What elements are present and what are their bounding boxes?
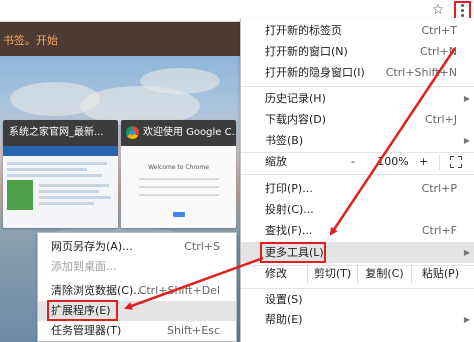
submenu-item-add-to-desktop: 添加到桌面... [51, 260, 117, 273]
star-icon[interactable]: ☆ [430, 2, 446, 18]
chevron-right-icon: ▶ [463, 315, 470, 324]
chevron-right-icon: ▶ [463, 94, 470, 103]
menu-item-print[interactable]: 打印(P)... Ctrl+P [241, 178, 474, 199]
extensions-highlight [47, 300, 118, 321]
most-visited-thumbnail[interactable]: 系统之家官网_最新... [3, 120, 118, 228]
chevron-right-icon: ▶ [463, 136, 470, 145]
menu-item-bookmarks[interactable]: 书签(B) ▶ [241, 130, 474, 151]
copy-button[interactable]: 复制(C) [357, 264, 411, 284]
more-tools-highlight [260, 242, 326, 263]
menu-item-history[interactable]: 历史记录(H) ▶ [241, 88, 474, 109]
menu-item-downloads[interactable]: 下载内容(D) Ctrl+J [241, 109, 474, 130]
zoom-value: 100% [377, 155, 409, 168]
thumbnail-title: 系统之家官网_最新... [3, 120, 118, 146]
bookmarks-bar: 书签。开始 [0, 22, 240, 56]
fullscreen-icon[interactable] [450, 156, 462, 168]
more-tools-submenu: 网页另存为(A)... Ctrl+S 添加到桌面... 清除浏览数据(C)... C… [37, 232, 237, 342]
most-visited-thumbnail[interactable]: 欢迎使用 Google C... Welcome to Chrome [121, 120, 236, 228]
submenu-item-save-as[interactable]: 网页另存为(A)... Ctrl+S [38, 237, 236, 257]
chevron-right-icon: ▶ [463, 248, 470, 257]
edit-label: 修改 [265, 267, 287, 280]
menu-item-new-tab[interactable]: 打开新的标签页 Ctrl+T [241, 20, 474, 41]
zoom-in-button[interactable]: + [419, 151, 428, 173]
menu-item-cast[interactable]: 投射(C)... [241, 199, 474, 220]
submenu-item-clear-data[interactable]: 清除浏览数据(C)... Ctrl+Shift+Del [38, 281, 236, 301]
menu-item-incognito[interactable]: 打开新的隐身窗口(I) Ctrl+Shift+N [241, 62, 474, 83]
menu-item-help[interactable]: 帮助(E) ▶ [241, 309, 474, 330]
chrome-icon [126, 126, 139, 139]
cut-button[interactable]: 剪切(T) [307, 264, 357, 284]
menu-item-new-window[interactable]: 打开新的窗口(N) Ctrl+N [241, 41, 474, 62]
submenu-item-task-manager[interactable]: 任务管理器(T) Shift+Esc [38, 321, 236, 341]
zoom-row: 缩放 - 100% + [241, 151, 474, 173]
paste-button[interactable]: 粘贴(P) [411, 264, 469, 284]
welcome-text: Welcome to Chrome [148, 164, 209, 171]
zoom-out-button[interactable]: - [351, 151, 355, 173]
edit-row: 修改 剪切(T) 复制(C) 粘贴(P) [241, 262, 474, 286]
bookmarks-bar-text: 书签。开始 [3, 34, 58, 47]
chrome-main-menu: 打开新的标签页 Ctrl+T 打开新的窗口(N) Ctrl+N 打开新的隐身窗口(I… [240, 18, 474, 342]
menu-item-settings[interactable]: 设置(S) [241, 289, 474, 310]
menu-item-find[interactable]: 查找(F)... Ctrl+F [241, 220, 474, 241]
zoom-label: 缩放 [265, 155, 287, 168]
